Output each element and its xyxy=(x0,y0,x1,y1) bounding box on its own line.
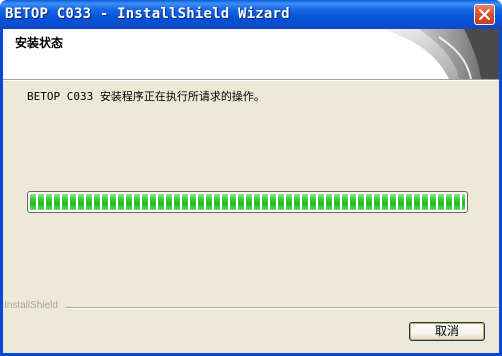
installer-window: BETOP C033 - InstallShield Wizard 安装状态 B… xyxy=(0,0,502,356)
footer-divider-highlight xyxy=(65,308,497,309)
installshield-brand: InstallShield xyxy=(4,300,58,311)
dialog-body: BETOP C033 安装程序正在执行所请求的操作。 InstallShield… xyxy=(3,81,499,353)
status-text: BETOP C033 安装程序正在执行所请求的操作。 xyxy=(27,90,265,103)
progress-bar xyxy=(27,191,468,213)
cancel-button[interactable]: 取消 xyxy=(409,322,485,341)
title-bar[interactable]: BETOP C033 - InstallShield Wizard xyxy=(0,0,502,29)
progress-bar-fill xyxy=(30,194,465,210)
header-title: 安装状态 xyxy=(15,36,64,50)
window-title: BETOP C033 - InstallShield Wizard xyxy=(5,6,290,22)
close-icon xyxy=(479,9,490,20)
header-panel: 安装状态 xyxy=(3,29,499,79)
close-button[interactable] xyxy=(474,4,495,25)
installshield-swirl-graphic xyxy=(384,29,499,79)
